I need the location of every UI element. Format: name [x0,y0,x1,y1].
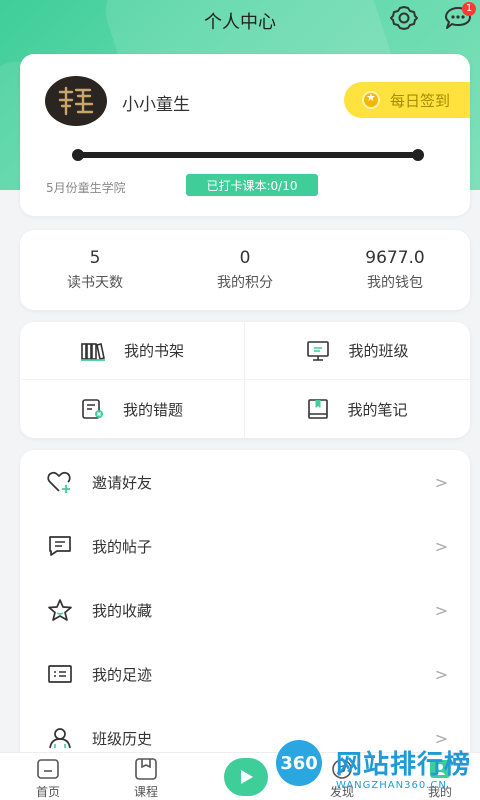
chevron-right-icon: > [434,472,448,492]
menu-list: 邀请好友 > 我的帖子 > 我的收藏 > 我的足迹 > 班级历史 > [20,450,470,770]
messages-button[interactable]: 1 [442,2,476,32]
grid-item-class[interactable]: 我的班级 [245,322,470,380]
menu-item-label: 我的收藏 [92,601,153,620]
tab-label: 课程 [133,785,158,799]
star-icon [48,599,72,621]
play-icon [241,770,253,784]
stat-value: 0 [239,248,251,268]
watermark-badge: 360 [276,740,322,786]
grid-item-label: 我的班级 [348,342,409,360]
menu-item-my-posts[interactable]: 我的帖子 > [20,514,470,578]
settings-button[interactable] [388,4,420,32]
tab-home[interactable]: 首页 [18,757,78,800]
post-icon [49,536,71,556]
grid-item-notes[interactable]: 我的笔记 [245,380,470,438]
stat-reading-days[interactable]: 5 读书天数 [20,230,170,310]
bookshelf-icon [80,342,105,361]
stat-label: 读书天数 [67,275,123,291]
grid-item-label: 我的错题 [122,400,183,419]
menu-item-label: 邀请好友 [92,473,153,492]
course-icon [135,758,157,780]
progress-start-knob [72,149,84,161]
class-history-icon [49,728,71,749]
menu-item-invite-friends[interactable]: 邀请好友 > [20,450,470,514]
gear-icon [390,6,418,30]
avatar-calligraphy-icon [58,86,94,116]
chevron-right-icon: > [434,600,448,620]
progress-end-knob [412,149,424,161]
avatar[interactable] [45,76,107,126]
watermark-name: 网站排行榜 [336,750,472,780]
chevron-right-icon: > [434,536,448,556]
footprint-icon [48,665,72,683]
grid-item-bookshelf[interactable]: 我的书架 [20,322,245,380]
play-button[interactable] [224,758,268,796]
stat-wallet[interactable]: 9677.0 我的钱包 [320,230,470,310]
grid-item-label: 我的笔记 [347,400,408,419]
menu-item-footprints[interactable]: 我的足迹 > [20,642,470,706]
watermark-sub: WANGZHAN360.CN [336,780,447,791]
menu-item-label: 我的足迹 [92,665,153,684]
grid-item-label: 我的书架 [123,342,184,360]
profile-card: 小小童生 每日签到 5月份童生学院 已打卡课本:0/10 [20,54,470,216]
stats-card: 5 读书天数 0 我的积分 9677.0 我的钱包 [20,230,470,310]
stat-value: 5 [89,248,101,268]
username: 小小童生 [122,95,190,115]
menu-item-label: 班级历史 [92,729,153,748]
class-board-icon [307,340,330,361]
daily-signin-label: 每日签到 [390,91,451,110]
tab-course[interactable]: 课程 [116,757,176,800]
heart-plus-icon [47,471,71,493]
notebook-icon [308,399,329,419]
chevron-right-icon: > [434,664,448,684]
stat-value: 9677.0 [365,248,425,268]
stat-label: 我的积分 [217,275,273,291]
daily-signin-button[interactable]: 每日签到 [344,82,470,118]
mistakes-icon [82,399,103,419]
checkin-status-badge: 已打卡课本:0/10 [186,174,318,196]
feature-grid: 我的书架 我的班级 我的错题 我的笔记 [20,322,470,438]
home-icon [37,759,59,779]
watermark: 360 网站排行榜 WANGZHAN360.CN [276,740,476,800]
tab-label: 首页 [35,785,60,799]
menu-item-favorites[interactable]: 我的收藏 > [20,578,470,642]
menu-item-label: 我的帖子 [92,537,153,556]
notification-badge: 1 [462,2,476,16]
coin-icon [362,91,380,109]
stat-points[interactable]: 0 我的积分 [170,230,320,310]
grid-item-mistakes[interactable]: 我的错题 [20,380,245,438]
college-name: 5月份童生学院 [46,181,126,195]
stat-label: 我的钱包 [367,275,423,291]
checkin-progress-bar [72,149,424,161]
